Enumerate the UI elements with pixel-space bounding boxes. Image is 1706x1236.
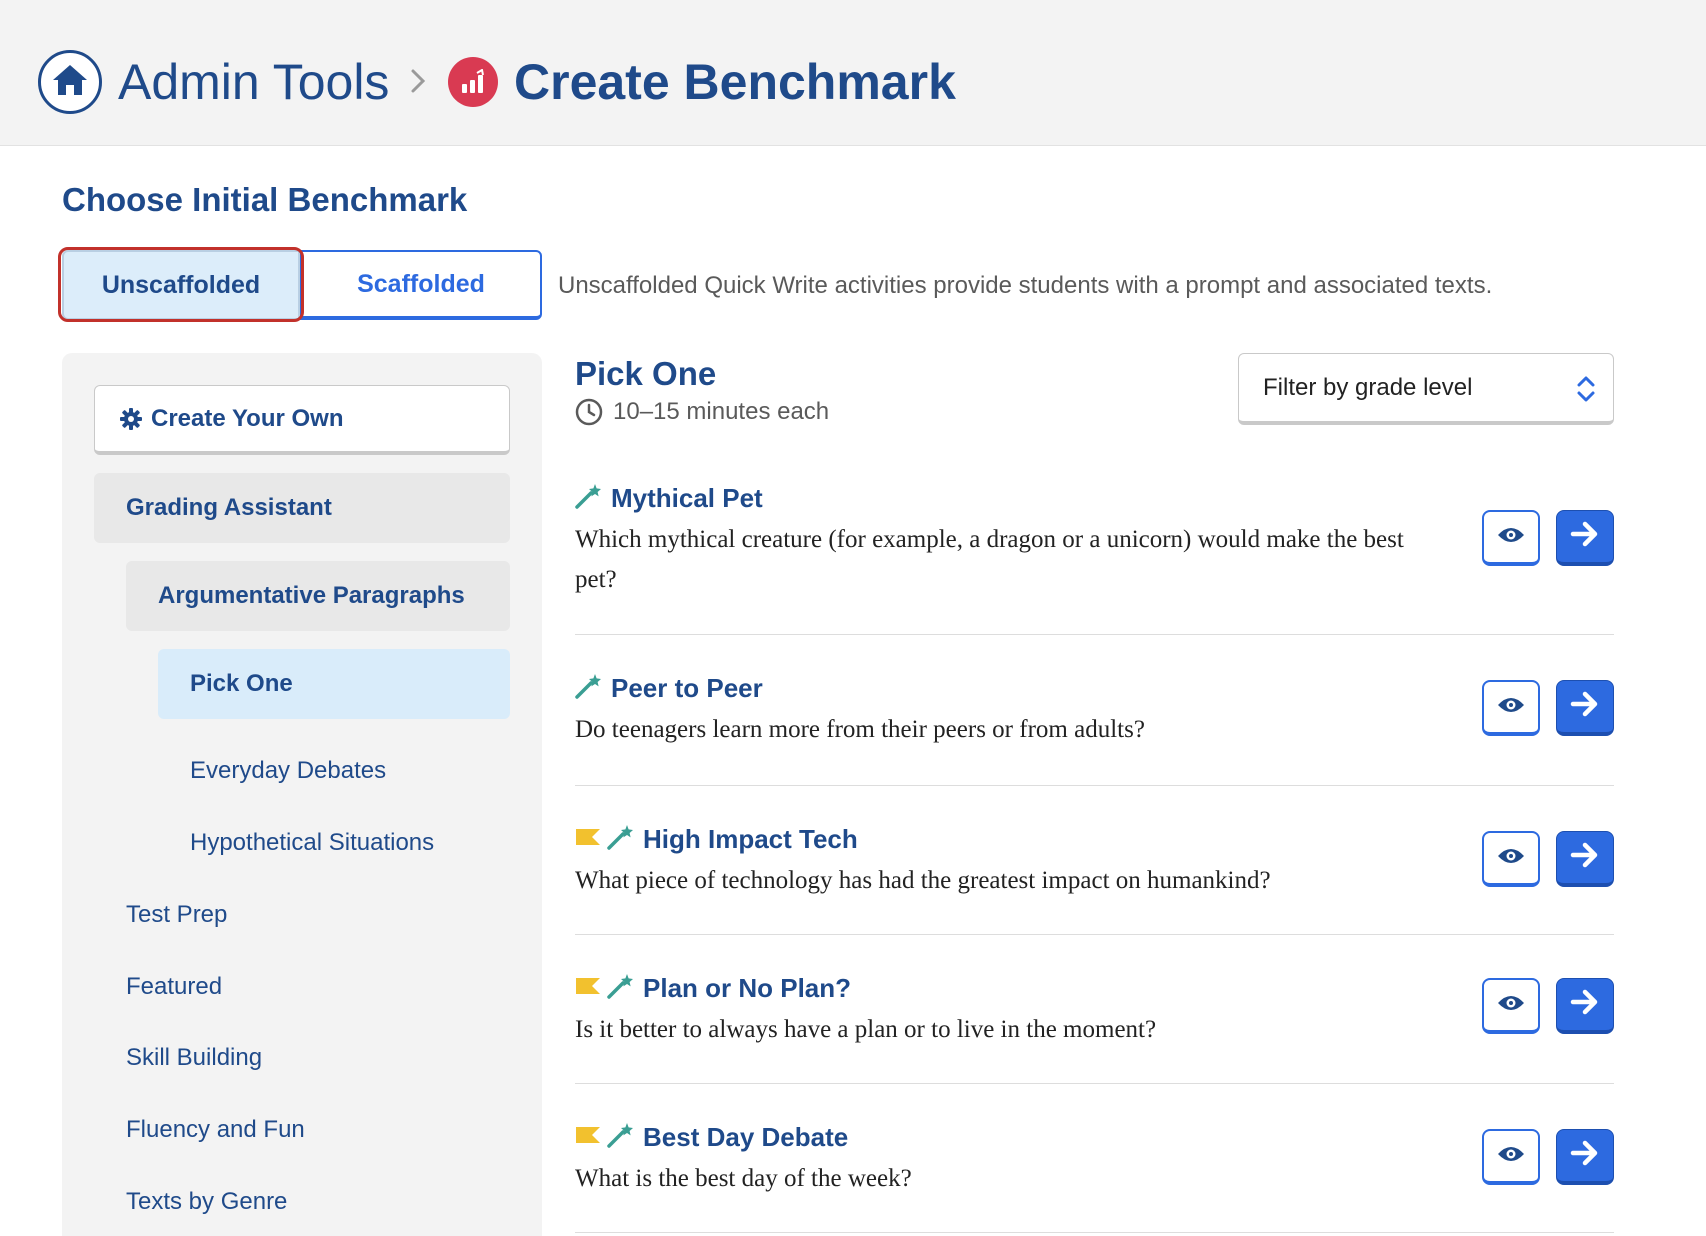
activity-row: Mythical Pet Which mythical creature (fo…	[575, 480, 1614, 635]
activity-title[interactable]: High Impact Tech	[643, 824, 858, 855]
chevron-right-icon	[406, 64, 430, 98]
toggle-description: Unscaffolded Quick Write activities prov…	[558, 272, 1493, 299]
assign-button[interactable]	[1556, 680, 1614, 736]
preview-button[interactable]	[1482, 680, 1540, 736]
gear-icon	[119, 407, 143, 431]
magic-wand-icon	[575, 483, 603, 514]
preview-button[interactable]	[1482, 1129, 1540, 1185]
home-icon	[51, 63, 89, 102]
eye-icon	[1496, 993, 1526, 1018]
duration-text: 10–15 minutes each	[613, 398, 830, 425]
activity-prompt: Is it better to always have a plan or to…	[575, 1016, 1157, 1043]
bar-chart-icon	[448, 57, 498, 107]
clock-icon	[575, 398, 603, 426]
grade-level-filter-label: Filter by grade level	[1263, 373, 1473, 401]
activity-row: Plan or No Plan? Is it better to always …	[575, 970, 1614, 1084]
eye-icon	[1496, 525, 1526, 550]
chevron-up-down-icon	[1575, 374, 1597, 411]
sidebar-item-argumentative-paragraphs[interactable]: Argumentative Paragraphs	[126, 561, 510, 631]
category-sidebar: Create Your Own Grading Assistant Argume…	[62, 353, 542, 1236]
list-title: Pick One	[575, 355, 717, 392]
eye-icon	[1496, 695, 1526, 720]
scaffold-toggle: Unscaffolded Scaffolded	[62, 250, 542, 320]
page-title: Create Benchmark	[514, 54, 956, 110]
duration: 10–15 minutes each	[575, 398, 829, 426]
flag-icon	[575, 1125, 601, 1150]
preview-button[interactable]	[1482, 831, 1540, 887]
sidebar-item-everyday-debates[interactable]: Everyday Debates	[158, 743, 510, 799]
preview-button[interactable]	[1482, 510, 1540, 566]
arrow-right-icon	[1570, 520, 1600, 553]
flag-icon	[575, 976, 601, 1001]
grade-level-filter[interactable]: Filter by grade level	[1238, 353, 1614, 425]
magic-wand-icon	[575, 673, 603, 704]
arrow-right-icon	[1570, 1139, 1600, 1172]
breadcrumb-admin-tools[interactable]: Admin Tools	[118, 52, 389, 112]
flag-icon	[575, 827, 601, 852]
activity-prompt: Do teenagers learn more from their peers…	[575, 716, 1145, 743]
unscaffolded-toggle[interactable]: Unscaffolded	[62, 250, 300, 320]
sidebar-item-featured[interactable]: Featured	[94, 959, 510, 1015]
activity-title[interactable]: Peer to Peer	[611, 673, 763, 704]
sidebar-item-fluency-and-fun[interactable]: Fluency and Fun	[94, 1102, 510, 1158]
eye-icon	[1496, 846, 1526, 871]
create-your-own-button[interactable]: Create Your Own	[94, 385, 510, 455]
sidebar-item-test-prep[interactable]: Test Prep	[94, 887, 510, 943]
assign-button[interactable]	[1556, 831, 1614, 887]
activity-title[interactable]: Plan or No Plan?	[643, 973, 851, 1004]
activity-prompt: What is the best day of the week?	[575, 1165, 912, 1192]
arrow-right-icon	[1570, 988, 1600, 1021]
activity-row: High Impact Tech What piece of technolog…	[575, 821, 1614, 935]
arrow-right-icon	[1570, 690, 1600, 723]
assign-button[interactable]	[1556, 978, 1614, 1034]
sidebar-item-texts-by-genre[interactable]: Texts by Genre	[94, 1174, 510, 1230]
assign-button[interactable]	[1556, 510, 1614, 566]
create-your-own-label: Create Your Own	[151, 404, 344, 432]
activity-title[interactable]: Best Day Debate	[643, 1122, 848, 1153]
magic-wand-icon	[607, 1122, 635, 1153]
scaffolded-toggle[interactable]: Scaffolded	[300, 250, 542, 320]
sidebar-item-skill-building[interactable]: Skill Building	[94, 1030, 510, 1086]
preview-button[interactable]	[1482, 978, 1540, 1034]
activity-row: Best Day Debate What is the best day of …	[575, 1119, 1614, 1233]
activity-title[interactable]: Mythical Pet	[611, 483, 763, 514]
top-bar: Admin Tools Create Benchmark	[0, 0, 1706, 146]
home-button[interactable]	[38, 50, 102, 114]
activity-prompt: What piece of technology has had the gre…	[575, 867, 1271, 894]
activity-row: Peer to Peer Do teenagers learn more fro…	[575, 670, 1614, 786]
sidebar-item-grading-assistant[interactable]: Grading Assistant	[94, 473, 510, 543]
activity-prompt: Which mythical creature (for example, a …	[575, 526, 1404, 593]
assign-button[interactable]	[1556, 1129, 1614, 1185]
magic-wand-icon	[607, 973, 635, 1004]
section-title: Choose Initial Benchmark	[62, 181, 468, 218]
arrow-right-icon	[1570, 841, 1600, 874]
eye-icon	[1496, 1144, 1526, 1169]
magic-wand-icon	[607, 824, 635, 855]
sidebar-item-hypothetical-situations[interactable]: Hypothetical Situations	[158, 815, 510, 871]
sidebar-item-pick-one[interactable]: Pick One	[158, 649, 510, 719]
